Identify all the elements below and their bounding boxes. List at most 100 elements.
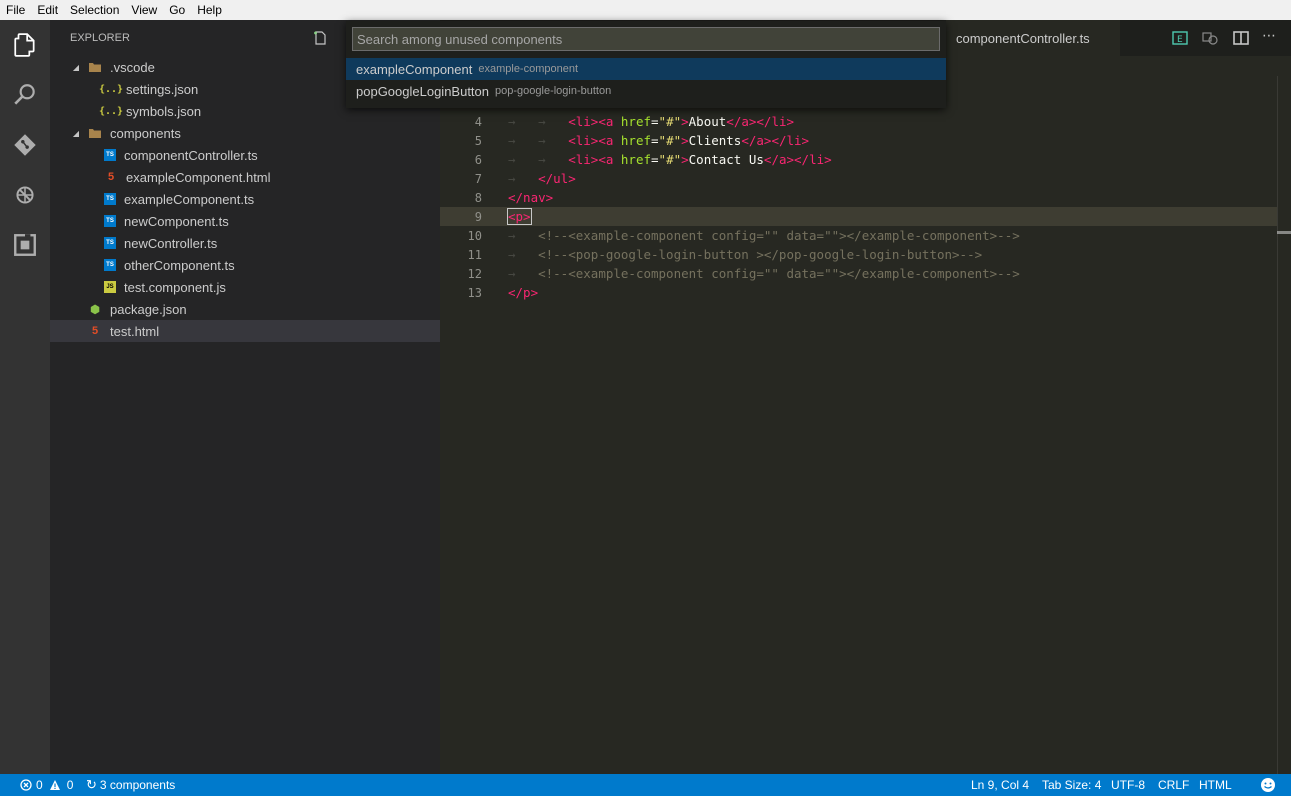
json-file-icon: {..}	[98, 83, 124, 95]
whitespace-tab-marker: →	[508, 247, 539, 262]
line-content: → → <li><a href="#">Clients</a></li>	[508, 133, 809, 148]
line-number: 10	[467, 228, 482, 243]
editor-scrollbar[interactable]	[1277, 76, 1291, 794]
tree-item-label: newController.ts	[124, 235, 218, 251]
tree-file[interactable]: ⬢ package.json	[50, 298, 440, 320]
whitespace-tab-marker: →	[508, 266, 539, 281]
line-content: </p>	[508, 285, 538, 300]
tree-folder[interactable]: ◢ components	[50, 122, 440, 144]
tree-item-label: otherComponent.ts	[124, 257, 235, 273]
tree-file[interactable]: TS newComponent.ts	[50, 210, 440, 232]
code-token: =	[651, 133, 659, 148]
tab-active[interactable]: componentController.ts	[946, 20, 1120, 56]
code-line[interactable]: 12 → <!--<example-component config="" dat…	[440, 264, 1291, 283]
problems-indicator[interactable]: 0 0	[20, 774, 73, 796]
code-line[interactable]: 6 → → <li><a href="#">Contact Us</a></li>	[440, 150, 1291, 169]
code-token: href	[620, 114, 652, 129]
code-token: Clients	[688, 133, 742, 148]
open-preview-icon[interactable]: E	[1171, 29, 1189, 47]
code-token: Contact Us	[688, 152, 764, 167]
tree-item-label: exampleComponent.html	[126, 169, 271, 185]
more-actions-icon[interactable]: ⋯	[1262, 29, 1280, 47]
menu-help[interactable]: Help	[197, 3, 222, 17]
typescript-file-icon: TS	[104, 215, 116, 227]
line-number: 8	[474, 190, 482, 205]
html-file-icon: 5	[91, 325, 99, 337]
javascript-file-icon: JS	[104, 281, 116, 293]
components-status[interactable]: ↻ 3 components	[86, 774, 175, 796]
search-icon[interactable]	[0, 70, 50, 120]
svg-text:E: E	[1177, 35, 1183, 45]
quick-pick-item-description: example-component	[478, 63, 579, 75]
code-line[interactable]: 13 </p>	[440, 283, 1291, 302]
code-token: href	[620, 152, 652, 167]
tree-file[interactable]: TS componentController.ts	[50, 144, 440, 166]
menu-edit[interactable]: Edit	[37, 3, 58, 17]
whitespace-tab-marker: →	[508, 114, 539, 129]
tree-item-label: symbols.json	[126, 103, 202, 119]
quick-pick-input[interactable]	[352, 27, 940, 51]
tree-file[interactable]: JS test.component.js	[50, 276, 440, 298]
typescript-file-icon: TS	[104, 149, 116, 161]
new-file-icon[interactable]	[312, 30, 328, 46]
code-line[interactable]: 7 → </ul>	[440, 169, 1291, 188]
tab-label: componentController.ts	[956, 30, 1090, 46]
tree-file[interactable]: 5 test.html	[50, 320, 440, 342]
chevron-down-icon[interactable]: ◢	[70, 63, 82, 72]
code-token: <li	[568, 114, 591, 129]
tree-file[interactable]: TS newController.ts	[50, 232, 440, 254]
line-content: → </ul>	[508, 171, 576, 186]
feedback-smiley-icon[interactable]	[1260, 774, 1276, 796]
chevron-down-icon[interactable]: ◢	[70, 129, 82, 138]
tree-file[interactable]: TS otherComponent.ts	[50, 254, 440, 276]
code-token: <p>	[507, 208, 532, 225]
encoding[interactable]: UTF-8	[1111, 774, 1145, 796]
debug-icon[interactable]	[0, 170, 50, 220]
code-line[interactable]: 4 → → <li><a href="#">About</a></li>	[440, 112, 1291, 131]
extensions-icon[interactable]	[0, 220, 50, 270]
code-token: About	[688, 114, 727, 129]
tree-item-label: package.json	[110, 301, 187, 317]
code-token: >	[681, 152, 689, 167]
tree-item-label: .vscode	[110, 59, 155, 75]
line-number: 12	[467, 266, 482, 281]
code-token: </li>	[756, 114, 795, 129]
line-endings[interactable]: CRLF	[1158, 774, 1189, 796]
compare-changes-icon[interactable]	[1201, 29, 1219, 47]
quick-pick-item[interactable]: exampleComponent example-component	[346, 58, 946, 80]
tree-file[interactable]: TS exampleComponent.ts	[50, 188, 440, 210]
code-token: <li	[568, 133, 591, 148]
status-bar: 0 0 ↻ 3 components Ln 9, Col 4 Tab Size:…	[0, 774, 1291, 796]
whitespace-tab-marker: →	[508, 133, 539, 148]
menu-file[interactable]: File	[6, 3, 25, 17]
language-mode[interactable]: HTML	[1199, 774, 1232, 796]
line-number: 9	[474, 209, 482, 224]
code-token: </a>	[741, 133, 772, 148]
quick-pick-item[interactable]: popGoogleLoginButton pop-google-login-bu…	[346, 80, 946, 102]
typescript-file-icon: TS	[104, 237, 116, 249]
code-line[interactable]: 5 → → <li><a href="#">Clients</a></li>	[440, 131, 1291, 150]
line-content: → <!--<pop-google-login-button ></pop-go…	[508, 247, 982, 262]
tab-size[interactable]: Tab Size: 4	[1042, 774, 1101, 796]
menu-view[interactable]: View	[131, 3, 157, 17]
code-line[interactable]: 11 → <!--<pop-google-login-button ></pop-…	[440, 245, 1291, 264]
code-line[interactable]: 9 <p>	[440, 207, 1291, 226]
cursor-position[interactable]: Ln 9, Col 4	[971, 774, 1029, 796]
editor-area: componentController.ts E ⋯ 4 → → <li > <a h…	[440, 20, 1291, 794]
git-icon[interactable]	[0, 120, 50, 170]
tree-file[interactable]: 5 exampleComponent.html	[50, 166, 440, 188]
code-token: </a>	[726, 114, 757, 129]
code-token: </p>	[508, 285, 539, 300]
code-line[interactable]: 8 </nav>	[440, 188, 1291, 207]
split-editor-icon[interactable]	[1232, 29, 1250, 47]
warning-icon	[49, 780, 60, 790]
line-number: 5	[474, 133, 482, 148]
code-line[interactable]: 10 → <!--<example-component config="" dat…	[440, 226, 1291, 245]
files-icon[interactable]	[0, 20, 50, 70]
code-editor[interactable]: 4 → → <li><a href="#">About</a></li> 5 → → …	[440, 56, 1291, 774]
menu-go[interactable]: Go	[169, 3, 185, 17]
vscode-window: File Edit Selection View Go Help EXPLORE…	[0, 0, 1291, 796]
code-token: <!--<example-component config="" data=""…	[538, 228, 1020, 243]
code-token: <li	[568, 152, 591, 167]
menu-selection[interactable]: Selection	[70, 3, 119, 17]
